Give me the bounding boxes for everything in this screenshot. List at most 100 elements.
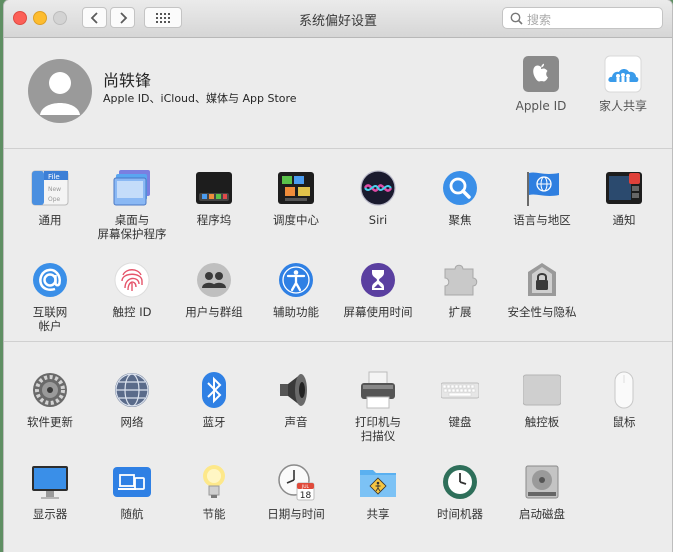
internet-accounts-icon bbox=[31, 261, 69, 299]
network-icon bbox=[113, 371, 151, 409]
preferences-window: 系统偏好设置 搜索 尚轶锋 Apple ID、iCloud、媒体与 App St… bbox=[4, 0, 672, 552]
divider bbox=[4, 148, 672, 149]
pref-label: 共享 bbox=[366, 507, 390, 521]
extensions-icon bbox=[441, 261, 479, 299]
pref-security-privacy[interactable]: 安全性与隐私 bbox=[500, 261, 584, 319]
calendar-month: JUL bbox=[301, 484, 310, 490]
pref-label: 调度中心 bbox=[273, 213, 319, 227]
sidecar-icon bbox=[113, 463, 151, 501]
printer-icon bbox=[359, 371, 397, 409]
pref-label: Siri bbox=[368, 213, 388, 227]
calendar-day: 18 bbox=[300, 491, 312, 501]
pref-label: 日期与时间 bbox=[267, 507, 325, 521]
apple-logo-icon bbox=[522, 55, 560, 93]
svg-text:File: File bbox=[48, 173, 60, 181]
mission-control-icon bbox=[277, 169, 315, 207]
users-icon bbox=[195, 261, 233, 299]
pref-siri[interactable]: Siri bbox=[336, 169, 420, 227]
pref-label: 显示器 bbox=[32, 507, 68, 521]
pref-energy-saver[interactable]: 节能 bbox=[172, 463, 256, 521]
pref-mission-control[interactable]: 调度中心 bbox=[254, 169, 338, 227]
pref-label: 蓝牙 bbox=[202, 415, 226, 429]
light-bulb-icon bbox=[195, 463, 233, 501]
pref-accessibility[interactable]: 辅助功能 bbox=[254, 261, 338, 319]
pref-family-sharing[interactable]: 家人共享 bbox=[581, 55, 665, 113]
pref-screen-time[interactable]: 屏幕使用时间 bbox=[336, 261, 420, 319]
pref-label: 语言与地区 bbox=[513, 213, 571, 227]
hard-drive-icon bbox=[523, 463, 561, 501]
pref-bluetooth[interactable]: 蓝牙 bbox=[172, 371, 256, 429]
pref-sharing[interactable]: 共享 bbox=[336, 463, 420, 521]
bluetooth-icon bbox=[195, 371, 233, 409]
spotlight-icon bbox=[441, 169, 479, 207]
pref-label: 聚焦 bbox=[448, 213, 472, 227]
pref-label: 鼠标 bbox=[612, 415, 636, 429]
pref-users-groups[interactable]: 用户与群组 bbox=[172, 261, 256, 319]
pref-dock[interactable]: 程序坞 bbox=[172, 169, 256, 227]
pref-trackpad[interactable]: 触控板 bbox=[500, 371, 584, 429]
pref-label: 用户与群组 bbox=[185, 305, 243, 319]
pref-spotlight[interactable]: 聚焦 bbox=[418, 169, 502, 227]
pref-extensions[interactable]: 扩展 bbox=[418, 261, 502, 319]
pref-apple-id[interactable]: Apple ID bbox=[499, 55, 583, 113]
pref-software-update[interactable]: 软件更新 bbox=[8, 371, 92, 429]
pref-touch-id[interactable]: 触控 ID bbox=[90, 261, 174, 319]
pref-general[interactable]: File New Ope 通用 bbox=[8, 169, 92, 227]
pref-label: Apple ID bbox=[515, 99, 567, 113]
pref-label: 网络 bbox=[120, 415, 144, 429]
search-field[interactable]: 搜索 bbox=[502, 7, 663, 29]
touch-id-icon bbox=[113, 261, 151, 299]
pref-mouse[interactable]: 鼠标 bbox=[582, 371, 666, 429]
pref-printers-scanners[interactable]: 打印机与 扫描仪 bbox=[336, 371, 420, 443]
divider bbox=[4, 341, 672, 342]
pref-date-time[interactable]: JUL 18 日期与时间 bbox=[254, 463, 338, 521]
pref-label: 软件更新 bbox=[27, 415, 73, 429]
svg-text:New: New bbox=[48, 186, 61, 193]
pref-label: 扩展 bbox=[448, 305, 472, 319]
pref-sound[interactable]: 声音 bbox=[254, 371, 338, 429]
accessibility-icon bbox=[277, 261, 315, 299]
pref-startup-disk[interactable]: 启动磁盘 bbox=[500, 463, 584, 521]
pref-language-region[interactable]: 语言与地区 bbox=[500, 169, 584, 227]
pref-label: 启动磁盘 bbox=[519, 507, 565, 521]
trackpad-icon bbox=[522, 371, 562, 409]
mouse-icon bbox=[605, 371, 643, 409]
pref-label: 安全性与隐私 bbox=[507, 305, 577, 319]
avatar[interactable] bbox=[28, 59, 92, 123]
pref-keyboard[interactable]: 键盘 bbox=[418, 371, 502, 429]
sharing-icon bbox=[359, 463, 397, 501]
pref-sidecar[interactable]: 随航 bbox=[90, 463, 174, 521]
pref-label: 辅助功能 bbox=[273, 305, 319, 319]
pref-label: 打印机与 扫描仪 bbox=[355, 415, 401, 443]
pref-label: 键盘 bbox=[448, 415, 472, 429]
pref-label: 程序坞 bbox=[196, 213, 232, 227]
pref-label: 屏幕使用时间 bbox=[343, 305, 413, 319]
apple-id-section: 尚轶锋 Apple ID、iCloud、媒体与 App Store Apple … bbox=[4, 38, 672, 148]
pref-label: 通用 bbox=[38, 213, 62, 227]
pref-notifications[interactable]: 通知 bbox=[582, 169, 666, 227]
pref-label: 声音 bbox=[284, 415, 308, 429]
screen-time-icon bbox=[359, 261, 397, 299]
date-time-icon: JUL 18 bbox=[277, 463, 315, 501]
security-icon bbox=[523, 261, 561, 299]
pref-label: 互联网 帐户 bbox=[32, 305, 68, 333]
pref-time-machine[interactable]: 时间机器 bbox=[418, 463, 502, 521]
pref-network[interactable]: 网络 bbox=[90, 371, 174, 429]
family-sharing-icon bbox=[604, 55, 642, 93]
pref-internet-accounts[interactable]: 互联网 帐户 bbox=[8, 261, 92, 333]
pref-label: 触控板 bbox=[524, 415, 560, 429]
pref-label: 桌面与 屏幕保护程序 bbox=[97, 213, 167, 241]
time-machine-icon bbox=[441, 463, 479, 501]
display-icon bbox=[31, 463, 69, 501]
search-icon bbox=[510, 12, 523, 25]
pref-desktop-screensaver[interactable]: 桌面与 屏幕保护程序 bbox=[90, 169, 174, 241]
pref-label: 随航 bbox=[120, 507, 144, 521]
user-silhouette-icon bbox=[40, 72, 80, 115]
pref-label: 家人共享 bbox=[598, 99, 647, 113]
dock-icon bbox=[195, 169, 233, 207]
pref-label: 触控 ID bbox=[112, 305, 152, 319]
title-bar: 系统偏好设置 搜索 bbox=[4, 0, 672, 38]
pref-displays[interactable]: 显示器 bbox=[8, 463, 92, 521]
speaker-icon bbox=[277, 371, 315, 409]
software-update-icon bbox=[31, 371, 69, 409]
